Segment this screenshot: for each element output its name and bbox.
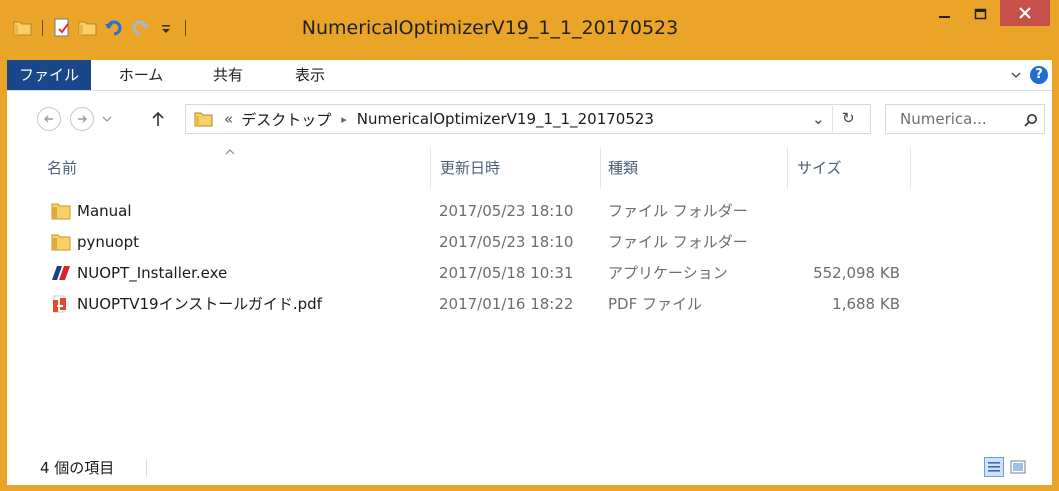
undo-icon[interactable] — [101, 15, 127, 41]
search-placeholder: Numerica... — [900, 110, 987, 128]
address-bar[interactable]: « デスクトップ ▸ NumericalOptimizerV19_1_1_201… — [185, 104, 871, 134]
title-bar: NumericalOptimizerV19_1_1_20170523 — [0, 0, 1059, 60]
file-size: 1,688 KB — [832, 295, 900, 313]
address-dropdown-icon[interactable]: ⌄ — [812, 110, 825, 128]
customize-toolbar-icon[interactable] — [153, 15, 179, 41]
toolbar-separator — [185, 20, 186, 36]
breadcrumb-overflow-chevron[interactable]: « — [224, 110, 233, 128]
column-divider[interactable] — [910, 147, 911, 189]
column-header-size[interactable]: サイズ — [797, 147, 907, 189]
help-icon[interactable]: ? — [1030, 66, 1048, 84]
tab-view[interactable]: 表示 — [285, 60, 335, 90]
status-separator — [146, 459, 147, 477]
folder-icon — [194, 112, 213, 127]
search-icon[interactable] — [1024, 113, 1038, 127]
sort-ascending-icon — [225, 149, 235, 155]
up-arrow-icon[interactable] — [151, 110, 165, 128]
file-type: ファイル フォルダー — [608, 233, 748, 251]
file-type: PDF ファイル — [608, 295, 702, 313]
breadcrumb-separator[interactable]: ▸ — [341, 113, 347, 126]
close-icon — [1019, 7, 1031, 19]
breadcrumb-desktop[interactable]: デスクトップ — [241, 109, 331, 130]
navigation-bar: « デスクトップ ▸ NumericalOptimizerV19_1_1_201… — [7, 91, 1052, 147]
forward-button[interactable] — [70, 107, 94, 131]
toolbar-separator — [42, 20, 43, 36]
back-arrow-icon — [44, 115, 53, 123]
address-separator — [832, 106, 833, 132]
file-row[interactable]: Manual 2017/05/23 18:10 ファイル フォルダー — [7, 196, 1052, 226]
file-size: 552,098 KB — [813, 264, 900, 282]
new-folder-icon[interactable] — [75, 15, 101, 41]
column-header-date[interactable]: 更新日時 — [440, 147, 600, 189]
explorer-window: NumericalOptimizerV19_1_1_20170523 ファイル … — [0, 0, 1059, 491]
column-header-date-label: 更新日時 — [440, 159, 501, 177]
file-date: 2017/05/18 10:31 — [439, 264, 574, 282]
file-row[interactable]: NUOPTV19インストールガイド.pdf 2017/01/16 18:22 P… — [7, 289, 1052, 319]
file-name: NUOPT_Installer.exe — [77, 264, 228, 282]
expand-ribbon-icon[interactable] — [1010, 69, 1022, 81]
column-divider[interactable] — [787, 147, 788, 189]
ribbon-tab-bar: ファイル ホーム 共有 表示 ? — [7, 60, 1052, 91]
maximize-button[interactable] — [965, 0, 997, 28]
file-row[interactable]: NUOPT_Installer.exe 2017/05/18 10:31 アプリ… — [7, 258, 1052, 288]
tab-share[interactable]: 共有 — [203, 60, 253, 90]
column-header-name[interactable]: 名前 — [47, 147, 431, 189]
file-row[interactable]: pynuopt 2017/05/23 18:10 ファイル フォルダー — [7, 227, 1052, 257]
column-divider[interactable] — [430, 147, 431, 189]
folder-icon[interactable] — [10, 15, 36, 41]
file-type: アプリケーション — [608, 264, 728, 282]
status-bar: 4 個の項目 — [7, 449, 1052, 485]
file-type: ファイル フォルダー — [608, 202, 748, 220]
item-count: 4 個の項目 — [40, 459, 115, 477]
search-box[interactable]: Numerica... — [885, 104, 1045, 134]
file-date: 2017/05/23 18:10 — [439, 202, 574, 220]
details-view-icon — [988, 462, 1000, 472]
back-button[interactable] — [37, 107, 61, 131]
recent-locations-icon[interactable] — [102, 115, 112, 123]
file-name: Manual — [77, 202, 132, 220]
file-name: NUOPTV19インストールガイド.pdf — [77, 295, 322, 313]
tab-home[interactable]: ホーム — [109, 60, 173, 90]
column-header-type-label: 種類 — [608, 159, 639, 177]
column-header-size-label: サイズ — [797, 159, 842, 177]
column-header-name-label: 名前 — [47, 159, 78, 177]
folder-icon — [51, 234, 71, 251]
column-header-type[interactable]: 種類 — [608, 147, 786, 189]
close-button[interactable] — [1000, 0, 1050, 26]
details-view-button[interactable] — [984, 457, 1004, 477]
column-divider[interactable] — [600, 147, 601, 189]
file-date: 2017/01/16 18:22 — [439, 295, 574, 313]
forward-arrow-icon — [78, 115, 87, 123]
file-date: 2017/05/23 18:10 — [439, 233, 574, 251]
folder-icon — [51, 203, 71, 220]
minimize-button[interactable] — [925, 0, 965, 28]
properties-icon[interactable] — [49, 15, 75, 41]
large-icons-view-icon — [1010, 460, 1026, 474]
file-name: pynuopt — [77, 233, 139, 251]
pdf-icon — [53, 295, 66, 313]
file-list-pane: 名前 更新日時 種類 サイズ Manual 2017/05/23 18:10 フ… — [7, 147, 1052, 449]
window-title: NumericalOptimizerV19_1_1_20170523 — [301, 17, 679, 39]
nuopt-app-icon — [52, 266, 70, 280]
large-icons-view-button[interactable] — [1008, 457, 1028, 477]
ribbon-right-controls: ? — [1010, 60, 1048, 90]
tab-file[interactable]: ファイル — [7, 60, 91, 90]
redo-icon[interactable] — [127, 15, 153, 41]
refresh-icon[interactable]: ↻ — [842, 109, 855, 127]
quick-access-toolbar — [10, 14, 192, 42]
breadcrumb-current-folder[interactable]: NumericalOptimizerV19_1_1_20170523 — [357, 110, 654, 128]
